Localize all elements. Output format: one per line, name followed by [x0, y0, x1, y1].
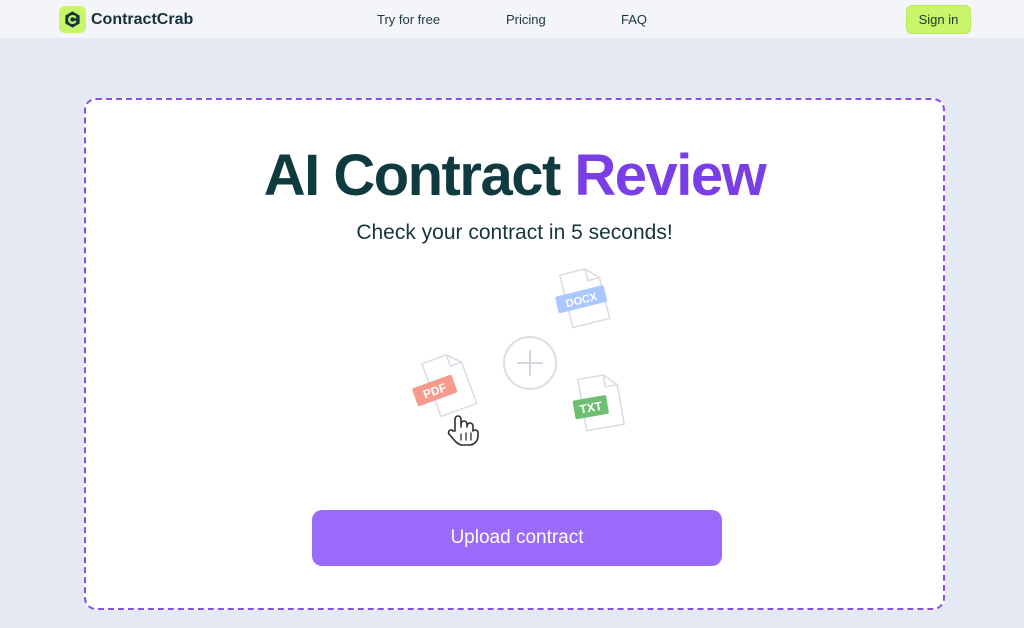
brand-name: ContractCrab [91, 10, 194, 28]
top-navigation-bar: ContractCrab Try for free Pricing FAQ Si… [0, 0, 1024, 38]
nav-pricing[interactable]: Pricing [506, 12, 546, 27]
nav-faq[interactable]: FAQ [621, 12, 647, 27]
pdf-file-icon: PDF [412, 354, 478, 418]
upload-contract-button[interactable]: Upload contract [312, 510, 722, 566]
nav-try-for-free[interactable]: Try for free [377, 12, 440, 27]
contract-drop-zone[interactable]: AI Contract Review Check your contract i… [84, 98, 945, 610]
brand-logo[interactable]: ContractCrab [59, 6, 193, 33]
docx-file-icon: DOCX [555, 268, 611, 329]
hand-cursor-icon [447, 415, 479, 446]
txt-file-icon: TXT [572, 374, 626, 432]
sign-in-button[interactable]: Sign in [906, 5, 971, 34]
plus-circle-icon [503, 336, 557, 390]
c-hexagon-logo-icon [59, 6, 86, 33]
